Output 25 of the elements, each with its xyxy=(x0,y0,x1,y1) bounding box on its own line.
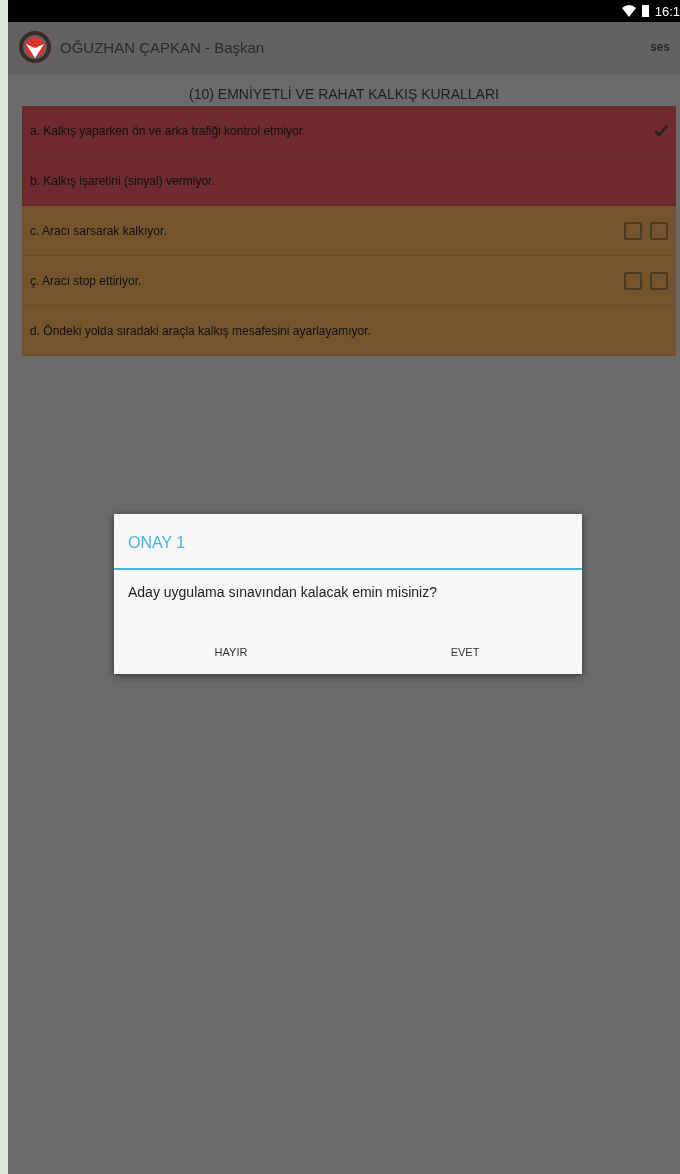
dialog-message: Aday uygulama sınavından kalacak emin misiniz? xyxy=(127,583,438,602)
rule-text: a. Kalkış yaparken ön ve arka trafiği kontrol etmiyor. xyxy=(30,123,307,138)
steering-wheel-icon xyxy=(18,30,52,64)
dialog-title: ONAY 1 xyxy=(114,514,582,570)
rule-row[interactable]: ç. Aracı stop ettiriyor. xyxy=(22,256,676,306)
app-title: OĞUZHAN ÇAPKAN - Başkan xyxy=(60,38,266,56)
rule-row[interactable]: b. Kalkış işaretini (sinyal) vermiyor. xyxy=(22,156,676,206)
rule-text: c. Aracı sarsarak kalkıyor. xyxy=(30,223,168,238)
rule-row[interactable]: d. Öndeki yolda sıradaki araçla kalkış mesafesini ayarlayamıyor. xyxy=(22,306,676,356)
rule-text: d. Öndeki yolda sıradaki araçla kalkış mesafesini ayarlayamıyor. xyxy=(30,323,372,338)
section-title: (10) EMNİYETLİ VE RAHAT KALKIŞ KURALLARI xyxy=(188,85,500,104)
rule-row[interactable]: c. Aracı sarsarak kalkıyor. xyxy=(22,206,676,256)
checkbox[interactable] xyxy=(624,221,642,240)
checkbox[interactable] xyxy=(650,221,668,240)
rule-text: b. Kalkış işaretini (sinyal) vermiyor. xyxy=(30,173,216,188)
dialog-button[interactable]: HAYIR xyxy=(114,634,348,674)
checkbox[interactable] xyxy=(650,271,668,290)
dialog-button[interactable]: EVET xyxy=(348,634,582,674)
action-button[interactable]: ses xyxy=(649,40,670,54)
clock: 16:1 xyxy=(654,3,680,19)
rule-row[interactable]: a. Kalkış yaparken ön ve arka trafiği kontrol etmiyor. xyxy=(22,106,676,156)
wifi-icon xyxy=(621,5,636,17)
checkbox[interactable] xyxy=(624,271,642,290)
rule-text: ç. Aracı stop ettiriyor. xyxy=(30,273,143,288)
battery-icon xyxy=(641,5,649,17)
